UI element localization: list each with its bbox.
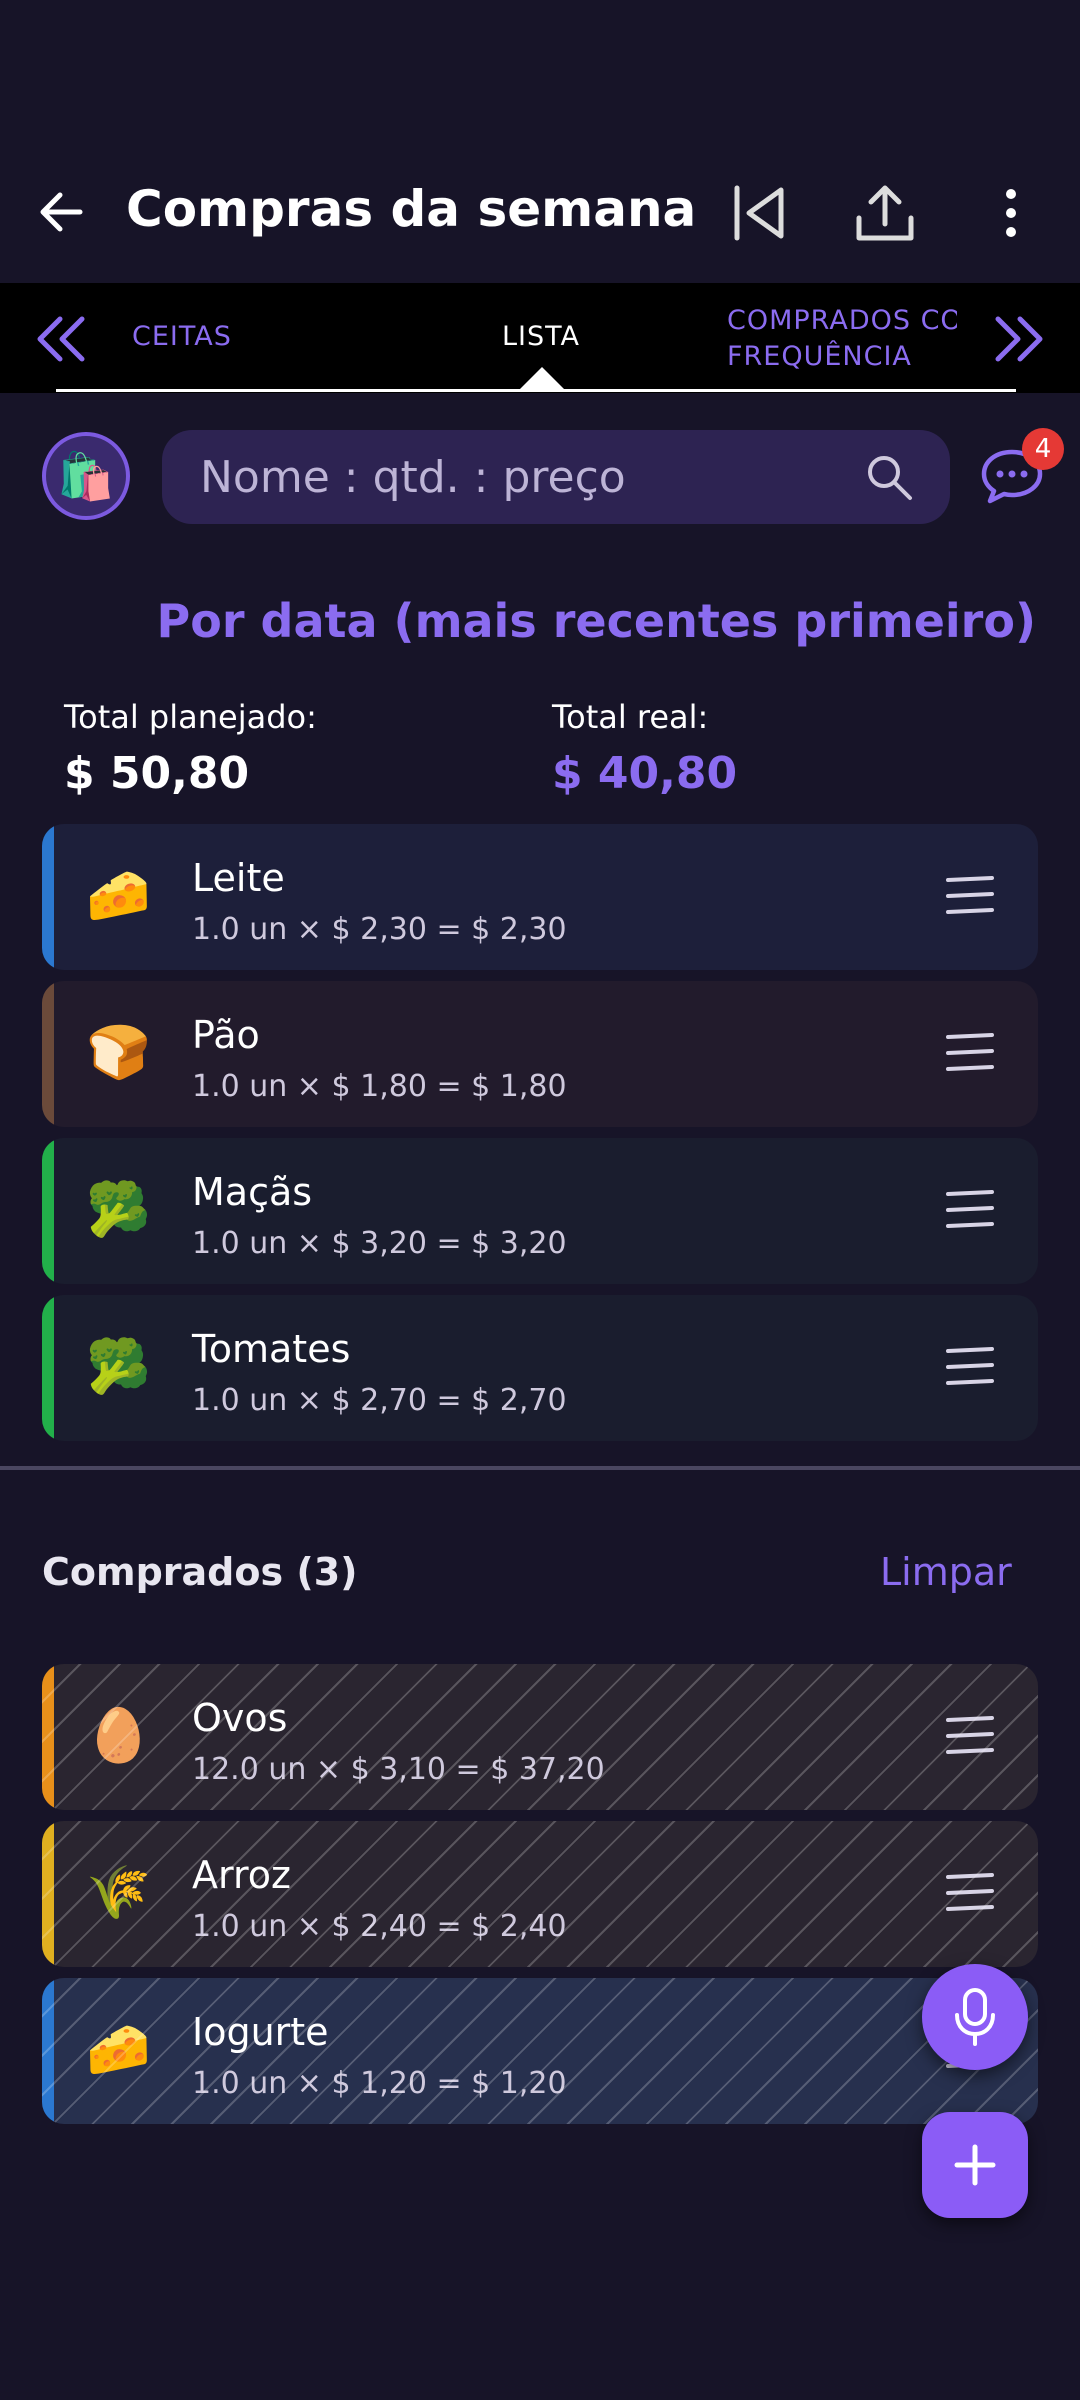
tabs-scroll-right-button[interactable] <box>990 311 1050 367</box>
tab-frequently-bought-line1: COMPRADOS CO <box>727 305 957 336</box>
category-color-strip <box>42 1978 54 2124</box>
tab-list[interactable]: LISTA <box>502 321 580 352</box>
rice-icon: 🌾 <box>86 1863 151 1923</box>
planned-total-label: Total planejado: <box>64 698 317 736</box>
item-name: Leite <box>192 856 285 900</box>
tab-frequently-bought-line2: FREQUÊNCIA <box>727 341 912 372</box>
search-icon[interactable] <box>864 452 914 502</box>
item-price-detail: 12.0 un × $ 3,10 = $ 37,20 <box>192 1752 605 1787</box>
share-button[interactable] <box>850 178 920 248</box>
sort-order-label[interactable]: Por data (mais recentes primeiro) <box>157 594 1036 648</box>
item-entry-field[interactable] <box>162 430 950 524</box>
tab-selected-caret <box>520 367 564 389</box>
item-price-detail: 1.0 un × $ 1,20 = $ 1,20 <box>192 2066 567 2101</box>
more-options-button[interactable] <box>976 178 1046 248</box>
category-color-strip <box>42 1821 54 1967</box>
add-item-button[interactable] <box>922 2112 1028 2218</box>
purchased-item-card[interactable]: 🌾 Arroz 1.0 un × $ 2,40 = $ 2,40 <box>42 1821 1038 1967</box>
shopping-bags-icon: 🛍️ <box>57 448 115 503</box>
real-total: Total real: $ 40,80 <box>552 698 737 799</box>
real-total-label: Total real: <box>552 698 709 736</box>
tabs-scroll-left-button[interactable] <box>34 311 94 367</box>
page-title: Compras da semana <box>126 180 697 238</box>
item-price-detail: 1.0 un × $ 3,20 = $ 3,20 <box>192 1226 567 1261</box>
item-price-detail: 1.0 un × $ 1,80 = $ 1,80 <box>192 1069 567 1104</box>
item-name: Ovos <box>192 1696 288 1740</box>
drag-handle-icon[interactable] <box>944 1031 996 1075</box>
item-name: Maçãs <box>192 1170 313 1214</box>
egg-icon: 🥚 <box>86 1706 151 1766</box>
chat-unread-badge: 4 <box>1022 428 1064 470</box>
cheese-icon: 🧀 <box>86 866 151 926</box>
drag-handle-icon[interactable] <box>944 1188 996 1232</box>
broccoli-icon: 🥦 <box>86 1337 151 1397</box>
double-chevron-left-icon <box>37 316 85 362</box>
shopping-item-card[interactable]: 🥦 Maçãs 1.0 un × $ 3,20 = $ 3,20 <box>42 1138 1038 1284</box>
skip-previous-button[interactable] <box>724 178 794 248</box>
tab-indicator-line <box>56 389 1016 392</box>
drag-handle-icon[interactable] <box>944 874 996 918</box>
search-input[interactable] <box>200 430 860 524</box>
category-color-strip <box>42 1295 54 1441</box>
drag-handle-icon[interactable] <box>944 1345 996 1389</box>
purchased-section-title: Comprados (3) <box>42 1550 358 1594</box>
purchased-item-card[interactable]: 🧀 Iogurte 1.0 un × $ 1,20 = $ 1,20 <box>42 1978 1038 2124</box>
item-price-detail: 1.0 un × $ 2,30 = $ 2,30 <box>192 912 567 947</box>
drag-handle-icon[interactable] <box>944 1714 996 1758</box>
broccoli-icon: 🥦 <box>86 1180 151 1240</box>
tab-bar: CEITAS LISTA COMPRADOS CO FREQUÊNCIA <box>0 283 1080 393</box>
item-price-detail: 1.0 un × $ 2,70 = $ 2,70 <box>192 1383 567 1418</box>
toolbar: Compras da semana <box>0 150 1080 280</box>
item-price-detail: 1.0 un × $ 2,40 = $ 2,40 <box>192 1909 567 1944</box>
skip-previous-icon <box>734 185 784 241</box>
clear-purchased-button[interactable]: Limpar <box>880 1550 1012 1594</box>
double-chevron-right-icon <box>995 316 1043 362</box>
item-name: Iogurte <box>192 2010 329 2054</box>
cheese-icon: 🧀 <box>86 2020 151 2080</box>
drag-handle-icon[interactable] <box>944 1871 996 1915</box>
category-color-strip <box>42 1138 54 1284</box>
back-arrow-icon <box>40 192 83 232</box>
category-color-strip <box>42 1664 54 1810</box>
microphone-icon <box>955 1988 995 2046</box>
purchased-item-card[interactable]: 🥚 Ovos 12.0 un × $ 3,10 = $ 37,20 <box>42 1664 1038 1810</box>
more-vertical-icon <box>1006 189 1016 237</box>
real-total-value: $ 40,80 <box>552 748 738 799</box>
planned-total-value: $ 50,80 <box>64 748 250 799</box>
shopping-item-card[interactable]: 🥦 Tomates 1.0 un × $ 2,70 = $ 2,70 <box>42 1295 1038 1441</box>
category-color-strip <box>42 824 54 970</box>
tab-frequently-bought[interactable]: COMPRADOS CO FREQUÊNCIA <box>727 303 957 375</box>
bread-icon: 🍞 <box>86 1023 151 1083</box>
list-avatar-button[interactable]: 🛍️ <box>42 432 130 520</box>
voice-input-button[interactable] <box>922 1964 1028 2070</box>
item-name: Arroz <box>192 1853 291 1897</box>
plus-icon <box>954 2144 996 2186</box>
section-divider <box>0 1466 1080 1470</box>
item-name: Pão <box>192 1013 260 1057</box>
tab-recipes[interactable]: CEITAS <box>132 321 232 352</box>
category-color-strip <box>42 981 54 1127</box>
item-name: Tomates <box>192 1327 351 1371</box>
shopping-item-card[interactable]: 🍞 Pão 1.0 un × $ 1,80 = $ 1,80 <box>42 981 1038 1127</box>
shopping-item-card[interactable]: 🧀 Leite 1.0 un × $ 2,30 = $ 2,30 <box>42 824 1038 970</box>
status-bar <box>0 0 1080 150</box>
planned-total: Total planejado: $ 50,80 <box>64 698 317 799</box>
share-icon <box>856 185 914 241</box>
back-button[interactable] <box>38 182 88 242</box>
